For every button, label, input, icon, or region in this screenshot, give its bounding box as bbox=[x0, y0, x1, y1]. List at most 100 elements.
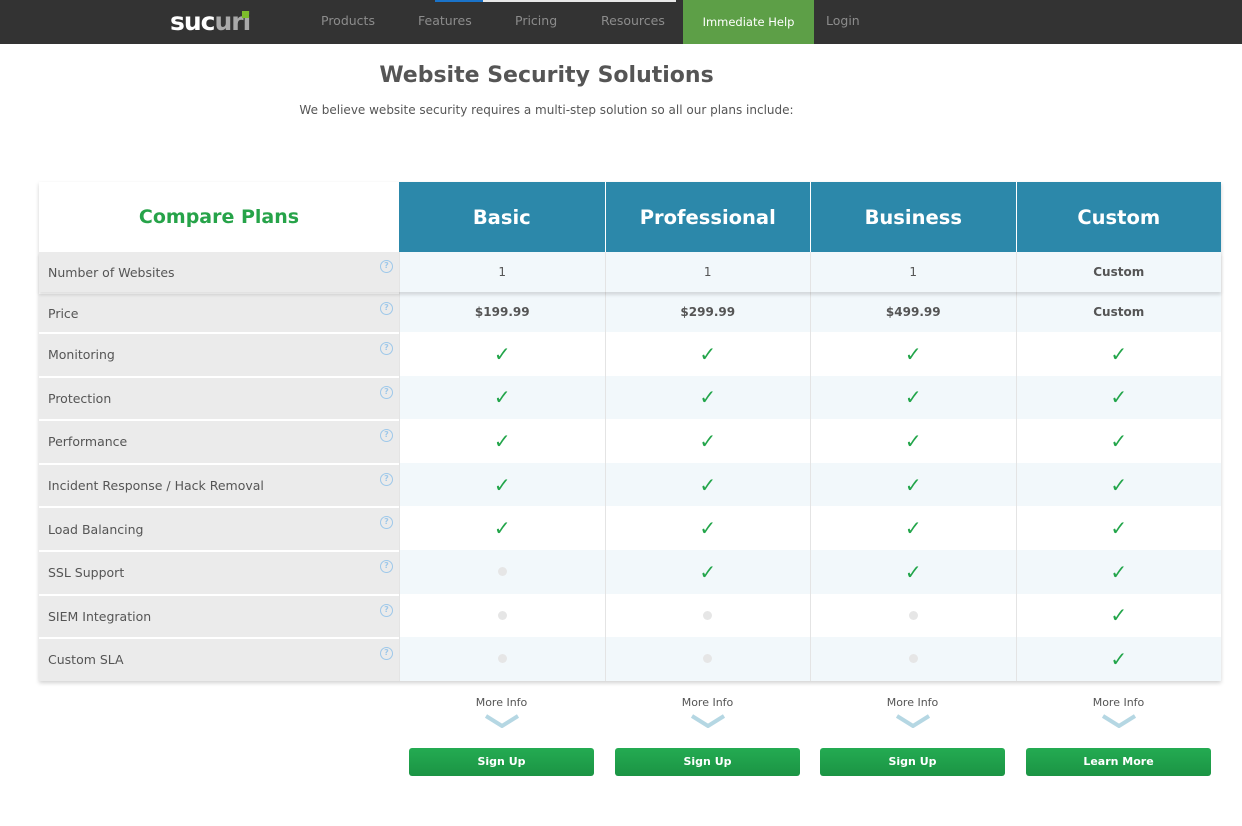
plan-header-custom: Custom bbox=[1015, 182, 1221, 252]
feature-label-cell: Price? bbox=[39, 292, 399, 332]
plan-cell-custom: ✓ bbox=[1015, 506, 1221, 550]
table-row: Price? $199.99 $299.99 $499.99 Custom bbox=[39, 292, 1221, 332]
feature-label-cell: SIEM Integration? bbox=[39, 593, 399, 638]
page-subtitle: We believe website security requires a m… bbox=[299, 103, 794, 117]
sucuri-logo[interactable]: sucuri bbox=[170, 7, 251, 36]
plan-comparison-table: Compare Plans Basic Professional Busines… bbox=[39, 182, 1221, 681]
feature-label-cell: Load Balancing? bbox=[39, 506, 399, 550]
more-info-link[interactable]: More Info bbox=[1026, 696, 1211, 709]
feature-label-cell: Protection? bbox=[39, 375, 399, 420]
plan-cell-business: 1 bbox=[810, 252, 1016, 292]
plan-cell-professional bbox=[604, 593, 810, 638]
feature-label: Protection bbox=[48, 390, 112, 406]
help-icon[interactable]: ? bbox=[380, 385, 393, 399]
not-included-dot-icon bbox=[703, 610, 713, 620]
nav-resources[interactable]: Resources bbox=[601, 0, 665, 44]
not-included-dot-icon bbox=[497, 610, 507, 620]
table-row: Protection? ✓ ✓ ✓ ✓ bbox=[39, 375, 1221, 420]
check-icon: ✓ bbox=[699, 428, 717, 453]
help-icon[interactable]: ? bbox=[380, 559, 393, 573]
sign-up-button[interactable]: Sign Up bbox=[820, 748, 1005, 776]
help-icon[interactable]: ? bbox=[380, 302, 393, 315]
plan-cell-professional bbox=[604, 637, 810, 681]
plan-cell-basic bbox=[399, 593, 605, 638]
help-icon[interactable]: ? bbox=[380, 647, 393, 661]
check-icon: ✓ bbox=[904, 516, 922, 541]
plan-value: $499.99 bbox=[885, 305, 941, 319]
help-icon[interactable]: ? bbox=[380, 516, 393, 530]
help-icon[interactable]: ? bbox=[380, 429, 393, 443]
help-icon[interactable]: ? bbox=[380, 260, 393, 273]
not-included-dot-icon bbox=[908, 610, 918, 620]
plan-cell-basic: $199.99 bbox=[399, 292, 605, 332]
feature-label: Monitoring bbox=[48, 347, 115, 363]
plan-value: 1 bbox=[909, 265, 918, 279]
plan-cell-professional: 1 bbox=[604, 252, 810, 292]
more-info-link[interactable]: More Info bbox=[820, 696, 1005, 709]
plan-cell-business bbox=[810, 593, 1016, 638]
action-column-basic: More Info Sign Up bbox=[409, 696, 594, 776]
plan-cell-business: ✓ bbox=[810, 506, 1016, 550]
plan-cell-business bbox=[810, 637, 1016, 681]
plan-cell-professional: $299.99 bbox=[604, 292, 810, 332]
logo-green-square bbox=[242, 11, 250, 18]
plan-cell-custom: ✓ bbox=[1015, 419, 1221, 463]
action-column-business: More Info Sign Up bbox=[820, 696, 1005, 776]
chevron-down-icon[interactable] bbox=[1101, 714, 1137, 728]
check-icon: ✓ bbox=[493, 516, 511, 541]
plan-cell-basic: ✓ bbox=[399, 506, 605, 550]
more-info-link[interactable]: More Info bbox=[409, 696, 594, 709]
plan-value: Custom bbox=[1093, 265, 1145, 279]
help-icon[interactable]: ? bbox=[380, 603, 393, 617]
sign-up-button[interactable]: Sign Up bbox=[615, 748, 800, 776]
check-icon: ✓ bbox=[493, 385, 511, 410]
more-info-link[interactable]: More Info bbox=[615, 696, 800, 709]
plan-cell-professional: ✓ bbox=[604, 419, 810, 463]
action-column-professional: More Info Sign Up bbox=[615, 696, 800, 776]
feature-label: SIEM Integration bbox=[48, 608, 152, 624]
plan-header-business: Business bbox=[810, 182, 1016, 252]
immediate-help-button[interactable]: Immediate Help bbox=[683, 0, 814, 44]
check-icon: ✓ bbox=[699, 472, 717, 497]
check-icon: ✓ bbox=[1110, 341, 1128, 366]
plan-cell-business: ✓ bbox=[810, 419, 1016, 463]
sign-up-button[interactable]: Sign Up bbox=[409, 748, 594, 776]
plan-cell-basic: ✓ bbox=[399, 419, 605, 463]
chevron-down-icon[interactable] bbox=[895, 714, 931, 728]
plan-cell-professional: ✓ bbox=[604, 332, 810, 376]
chevron-down-icon[interactable] bbox=[690, 714, 726, 728]
nav-products[interactable]: Products bbox=[321, 0, 375, 44]
action-column-custom: More Info Learn More bbox=[1026, 696, 1211, 776]
not-included-dot-icon bbox=[908, 654, 918, 664]
plan-value: $299.99 bbox=[680, 305, 736, 319]
plan-cell-professional: ✓ bbox=[604, 462, 810, 507]
chevron-down-icon[interactable] bbox=[484, 714, 520, 728]
plan-cell-custom: Custom bbox=[1015, 292, 1221, 332]
plan-value: Custom bbox=[1093, 305, 1145, 319]
check-icon: ✓ bbox=[904, 341, 922, 366]
nav-features[interactable]: Features bbox=[418, 0, 472, 44]
check-icon: ✓ bbox=[1110, 559, 1128, 584]
nav-pricing[interactable]: Pricing bbox=[515, 0, 557, 44]
plan-cell-business: $499.99 bbox=[810, 292, 1016, 332]
learn-more-button[interactable]: Learn More bbox=[1026, 748, 1211, 776]
check-icon: ✓ bbox=[1110, 472, 1128, 497]
plan-cell-custom: ✓ bbox=[1015, 332, 1221, 376]
check-icon: ✓ bbox=[1110, 603, 1128, 628]
help-icon[interactable]: ? bbox=[380, 472, 393, 486]
check-icon: ✓ bbox=[1110, 516, 1128, 541]
plan-cell-basic: ✓ bbox=[399, 332, 605, 376]
not-included-dot-icon bbox=[497, 654, 507, 664]
nav-login[interactable]: Login bbox=[826, 0, 860, 44]
logo-text-white: suc bbox=[170, 7, 215, 36]
help-icon[interactable]: ? bbox=[380, 342, 393, 355]
not-included-dot-icon bbox=[703, 654, 713, 664]
plan-cell-custom: ✓ bbox=[1015, 549, 1221, 594]
table-row: SIEM Integration? ✓ bbox=[39, 593, 1221, 638]
table-row: Incident Response / Hack Removal? ✓ ✓ ✓ ✓ bbox=[39, 462, 1221, 507]
plan-value: 1 bbox=[703, 265, 712, 279]
feature-label-cell: Custom SLA? bbox=[39, 637, 399, 681]
feature-label: Performance bbox=[48, 434, 128, 450]
plan-cell-basic bbox=[399, 637, 605, 681]
table-row: Custom SLA? ✓ bbox=[39, 637, 1221, 681]
